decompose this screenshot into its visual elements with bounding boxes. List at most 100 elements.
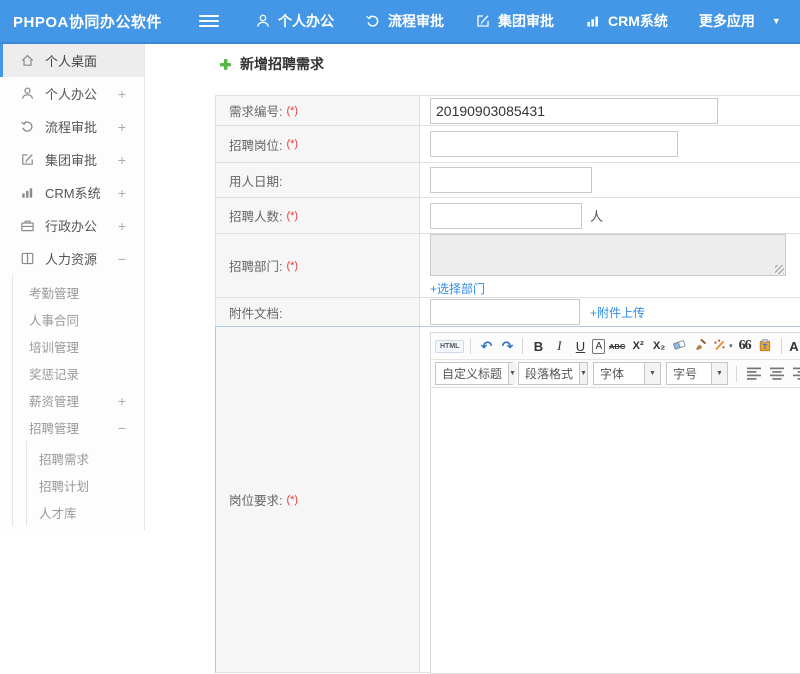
top-nav-item[interactable]: 更多应用▼ bbox=[693, 7, 787, 35]
sidebar-item-label: 招聘需求 bbox=[39, 449, 89, 468]
top-nav: 个人办公 流程审批 集团审批 CRM系统更多应用▼ bbox=[249, 7, 787, 35]
redo-icon[interactable]: ↷ bbox=[498, 336, 516, 356]
attachment-upload-link[interactable]: +附件上传 bbox=[590, 304, 645, 321]
strikethrough-button[interactable]: ABC bbox=[608, 336, 626, 356]
field-label-cell: 招聘部门:(*) bbox=[216, 234, 420, 297]
toolbar-glyph: B bbox=[534, 339, 543, 354]
eraser-icon[interactable] bbox=[671, 336, 689, 356]
sidebar-item[interactable]: 招聘需求 bbox=[27, 445, 144, 472]
department-textarea[interactable] bbox=[430, 234, 786, 276]
select-label: 字体 bbox=[594, 365, 644, 382]
align-center-button[interactable] bbox=[768, 366, 786, 381]
font-size-select[interactable]: 字号▼ bbox=[666, 362, 728, 385]
sidebar-item-label: 行政办公 bbox=[45, 216, 97, 235]
field-value-cell: +附件上传 bbox=[420, 298, 800, 326]
top-nav-item[interactable]: CRM系统 bbox=[579, 7, 674, 35]
menu-toggle-icon[interactable] bbox=[199, 15, 219, 27]
bold-button[interactable]: B bbox=[529, 336, 547, 356]
chart-icon bbox=[20, 185, 35, 200]
font-family-select[interactable]: 字体▼ bbox=[593, 362, 661, 385]
required-mark: (*) bbox=[286, 494, 298, 506]
sidebar-item[interactable]: 招聘管理− bbox=[13, 414, 144, 441]
toolbar-glyph: A bbox=[789, 339, 798, 354]
text-input[interactable] bbox=[430, 167, 592, 193]
sidebar-item[interactable]: CRM系统+ bbox=[0, 176, 144, 209]
source-code-button[interactable]: HTML bbox=[435, 340, 464, 353]
phpoa-app: { "header": { "logo": "PHPOA协同办公软件", "na… bbox=[0, 0, 800, 530]
toolbar-glyph: X₂ bbox=[653, 340, 665, 352]
subscript-button[interactable]: X₂ bbox=[650, 336, 668, 356]
toolbar-separator bbox=[470, 338, 471, 354]
select-label: 自定义标题 bbox=[436, 365, 508, 382]
blockquote-button[interactable]: 66 bbox=[736, 336, 754, 356]
custom-title-select[interactable]: 自定义标题▼ bbox=[435, 362, 513, 385]
text-input[interactable] bbox=[430, 131, 678, 157]
paragraph-format-select[interactable]: 段落格式▼ bbox=[518, 362, 588, 385]
form-row: 附件文档:+附件上传 bbox=[215, 298, 800, 327]
sidebar-item[interactable]: 培训管理 bbox=[13, 333, 144, 360]
sidebar-item[interactable]: 招聘计划 bbox=[27, 472, 144, 499]
sidebar-item[interactable]: 奖惩记录 bbox=[13, 360, 144, 387]
sidebar-item-label: 培训管理 bbox=[29, 337, 79, 356]
workflow-icon bbox=[20, 119, 35, 134]
top-nav-label: 更多应用 bbox=[699, 11, 755, 31]
italic-button[interactable]: I bbox=[550, 336, 568, 356]
sidebar-item[interactable]: 薪资管理+ bbox=[13, 387, 144, 414]
field-label: 需求编号: bbox=[229, 101, 282, 120]
align-right-button[interactable] bbox=[791, 366, 800, 381]
briefcase-icon bbox=[20, 218, 35, 233]
form-row: 岗位要求:(*)HTML↶↷BIUAABCX²X₂▾66TA▾a自定义标题▼段落… bbox=[215, 327, 800, 673]
text-input[interactable] bbox=[430, 299, 580, 325]
field-value-cell bbox=[420, 96, 800, 125]
font-border-button[interactable]: A bbox=[592, 339, 605, 354]
align-left-icon bbox=[747, 367, 762, 381]
sidebar-item[interactable]: 行政办公 + bbox=[0, 209, 144, 242]
text-input[interactable] bbox=[430, 203, 582, 229]
sidebar-item[interactable]: 个人办公+ bbox=[0, 77, 144, 110]
sidebar-item[interactable]: 流程审批 + bbox=[0, 110, 144, 143]
select-label: 段落格式 bbox=[519, 365, 579, 382]
sidebar-submenu-l3: 招聘需求招聘计划人才库 bbox=[26, 441, 144, 526]
page-title-bar: 新增招聘需求 bbox=[219, 54, 324, 74]
paste-plain-icon[interactable]: T bbox=[757, 336, 775, 356]
page-title: 新增招聘需求 bbox=[240, 54, 324, 74]
sidebar-item[interactable]: 人力资源− bbox=[0, 242, 144, 275]
expand-plus-icon: + bbox=[118, 86, 126, 102]
caret-down-icon: ▾ bbox=[729, 342, 733, 350]
sidebar-item[interactable]: 人才库 bbox=[27, 499, 144, 526]
editor-content-area[interactable] bbox=[431, 387, 800, 673]
sidebar-item[interactable]: 人事合同 bbox=[13, 306, 144, 333]
align-left-button[interactable] bbox=[745, 366, 763, 381]
superscript-button[interactable]: X² bbox=[629, 336, 647, 356]
top-nav-label: 集团审批 bbox=[498, 11, 554, 31]
field-value-cell: 人 bbox=[420, 198, 800, 233]
top-nav-item[interactable]: 集团审批 bbox=[469, 7, 560, 35]
toolbar-glyph: U bbox=[576, 339, 585, 354]
toolbar-glyph: ABC bbox=[609, 342, 625, 351]
underline-button[interactable]: U bbox=[571, 336, 589, 356]
top-nav-item[interactable]: 个人办公 bbox=[249, 7, 340, 35]
sidebar-item-label: 流程审批 bbox=[45, 117, 97, 136]
font-color-button[interactable]: A▾ bbox=[788, 336, 800, 356]
field-label: 招聘部门: bbox=[229, 256, 282, 275]
undo-icon[interactable]: ↶ bbox=[477, 336, 495, 356]
expand-plus-icon: + bbox=[118, 119, 126, 135]
workflow-icon bbox=[365, 13, 381, 29]
sidebar-item[interactable]: 集团审批+ bbox=[0, 143, 144, 176]
top-nav-item[interactable]: 流程审批 bbox=[359, 7, 450, 35]
rich-text-editor: HTML↶↷BIUAABCX²X₂▾66TA▾a自定义标题▼段落格式▼字体▼字号… bbox=[430, 332, 800, 674]
expand-plus-icon: + bbox=[118, 218, 126, 234]
autotypeset-icon[interactable]: ▾ bbox=[713, 336, 733, 356]
sidebar-item[interactable]: 个人桌面 bbox=[0, 44, 144, 77]
format-brush-icon[interactable] bbox=[692, 336, 710, 356]
field-label-cell: 岗位要求:(*) bbox=[216, 327, 420, 672]
text-input[interactable] bbox=[430, 98, 718, 124]
svg-text:T: T bbox=[762, 342, 767, 351]
book-icon bbox=[20, 251, 35, 266]
select-label: 字号 bbox=[667, 365, 711, 382]
sidebar-item-label: 人事合同 bbox=[29, 310, 79, 329]
sidebar-item[interactable]: 考勤管理 bbox=[13, 279, 144, 306]
top-nav-label: 流程审批 bbox=[388, 11, 444, 31]
field-label-cell: 招聘岗位:(*) bbox=[216, 126, 420, 162]
select-department-link[interactable]: +选择部门 bbox=[430, 280, 485, 297]
